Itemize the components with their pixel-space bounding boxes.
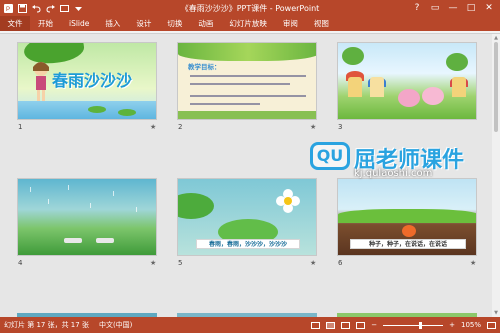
customize-icon[interactable] <box>74 4 83 13</box>
animation-star-icon: ★ <box>310 123 317 131</box>
animation-star-icon: ★ <box>150 259 157 267</box>
raindrop <box>90 203 91 208</box>
slide-number: 2 <box>178 123 183 131</box>
slide-number: 6 <box>338 259 343 267</box>
text-line <box>190 103 260 105</box>
redo-icon[interactable] <box>46 4 55 13</box>
slide-thumbnail-5[interactable]: 春雨，春雨，沙沙沙，沙沙沙 <box>177 178 317 256</box>
slide-thumbnail-6[interactable]: 种子，种子，在说话，在说话 <box>337 178 477 256</box>
raindrop <box>48 199 49 204</box>
animation-star-icon: ★ <box>310 259 317 267</box>
tab-animations[interactable]: 动画 <box>190 16 221 31</box>
tree-graphic <box>446 53 468 71</box>
slide-number: 1 <box>18 123 23 131</box>
tab-home[interactable]: 开始 <box>30 16 61 31</box>
grass-strip <box>338 209 476 223</box>
slide-button-graphic <box>64 238 82 243</box>
normal-view-icon[interactable] <box>311 321 321 329</box>
slide-number: 3 <box>338 123 343 131</box>
minimize-button[interactable]: — <box>444 0 462 16</box>
fit-to-window-icon[interactable] <box>487 321 496 329</box>
raindrop <box>30 187 31 192</box>
slide-number: 4 <box>18 259 23 267</box>
animation-star-icon: ★ <box>470 259 477 267</box>
tab-islide[interactable]: iSlide <box>61 16 97 31</box>
vertical-scrollbar[interactable]: ▲ ▼ <box>492 34 500 317</box>
lily-pad <box>88 106 106 113</box>
zoom-slider-knob[interactable] <box>419 321 423 329</box>
tree-graphic <box>342 47 364 65</box>
tab-view[interactable]: 视图 <box>306 16 337 31</box>
zoom-slider[interactable] <box>383 321 444 329</box>
undo-icon[interactable] <box>32 4 41 13</box>
tab-transitions[interactable]: 切换 <box>159 16 190 31</box>
slide-caption: 春雨，春雨，沙沙沙，沙沙沙 <box>196 239 300 249</box>
ribbon-display-button[interactable]: ▭ <box>426 0 444 16</box>
tab-insert[interactable]: 插入 <box>97 16 128 31</box>
scroll-down-icon[interactable]: ▼ <box>493 310 499 316</box>
watermark: QU 屈老师课件 kj.qulaoshi.com <box>310 140 490 184</box>
help-button[interactable]: ? <box>408 0 426 16</box>
zoom-level[interactable]: 105% <box>461 321 481 329</box>
lotus-leaf <box>178 193 214 219</box>
powerpoint-window: P 《春雨沙沙沙》PPT课件 - PowerPoint ? ▭ — □ ✕ 文件… <box>0 0 500 333</box>
slide-thumbnail-2[interactable]: 教学目标： <box>177 42 317 120</box>
title-bar: P 《春雨沙沙沙》PPT课件 - PowerPoint ? ▭ — □ ✕ <box>0 0 500 16</box>
slide-thumbnail-4[interactable] <box>17 178 157 256</box>
animation-star-icon: ★ <box>150 123 157 131</box>
leaves-border <box>178 43 316 61</box>
house-graphic <box>348 77 362 97</box>
status-bar: 幻灯片 第 17 张，共 17 张 中文(中国) − + 105% <box>0 317 500 333</box>
blossom-tree-graphic <box>398 89 420 107</box>
watermark-url: kj.qulaoshi.com <box>354 168 433 179</box>
raindrop <box>68 185 69 190</box>
ribbon-tabs: 文件 开始 iSlide 插入 设计 切换 动画 幻灯片放映 审阅 视图 <box>0 16 500 31</box>
flower-graphic <box>276 189 300 213</box>
scrollbar-thumb[interactable] <box>494 42 498 132</box>
slide-thumbnail-3[interactable] <box>337 42 477 120</box>
slide-thumbnail-1[interactable]: 春雨沙沙沙 <box>17 42 157 120</box>
reading-view-icon[interactable] <box>341 321 351 329</box>
svg-text:P: P <box>6 7 10 13</box>
slide-title: 春雨沙沙沙 <box>52 71 133 90</box>
tab-file[interactable]: 文件 <box>0 16 30 31</box>
window-controls: ? ▭ — □ ✕ <box>408 0 498 16</box>
lily-pad <box>118 109 136 116</box>
text-line <box>190 83 290 85</box>
slide-button-graphic <box>96 238 114 243</box>
seed-character <box>402 225 416 237</box>
close-button[interactable]: ✕ <box>480 0 498 16</box>
watermark-logo: QU <box>310 142 350 170</box>
tab-slideshow[interactable]: 幻灯片放映 <box>221 16 275 31</box>
tab-design[interactable]: 设计 <box>128 16 159 31</box>
quick-access-toolbar: P <box>0 3 83 13</box>
slide-heading: 教学目标： <box>188 63 221 71</box>
start-from-beginning-icon[interactable] <box>60 4 69 13</box>
raindrop <box>136 207 137 212</box>
slide-number: 5 <box>178 259 183 267</box>
language-status[interactable]: 中文(中国) <box>99 320 132 330</box>
save-icon[interactable] <box>18 3 27 13</box>
zoom-in-icon[interactable]: + <box>449 321 455 329</box>
maximize-button[interactable]: □ <box>462 0 480 16</box>
raindrop <box>113 191 114 196</box>
tab-review[interactable]: 审阅 <box>275 16 306 31</box>
slideshow-view-icon[interactable] <box>356 321 366 329</box>
ground-strip <box>178 111 316 119</box>
slide-sorter-view-icon[interactable] <box>326 321 336 329</box>
text-line <box>190 95 306 97</box>
slide-count-status: 幻灯片 第 17 张，共 17 张 <box>4 321 89 329</box>
house-graphic <box>370 77 384 97</box>
text-line <box>190 75 306 77</box>
girl-illustration <box>33 62 49 102</box>
scroll-up-icon[interactable]: ▲ <box>493 35 499 41</box>
slide-caption: 种子，种子，在说话，在说话 <box>350 239 466 249</box>
view-controls: − + 105% <box>311 317 496 333</box>
house-graphic <box>452 77 466 97</box>
blossom-tree-graphic <box>422 87 444 105</box>
zoom-out-icon[interactable]: − <box>371 321 377 329</box>
app-icon: P <box>4 3 13 13</box>
